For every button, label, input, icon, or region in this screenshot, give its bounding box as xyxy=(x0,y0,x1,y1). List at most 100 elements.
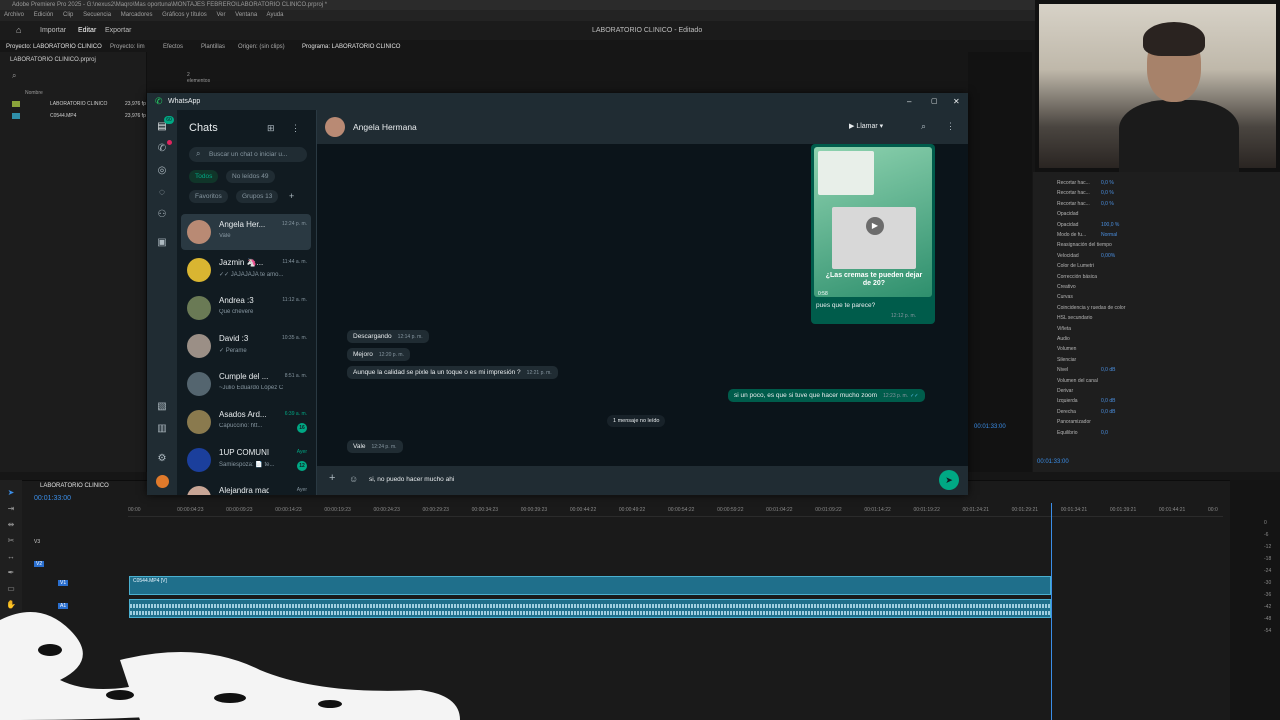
workspace-export[interactable]: Exportar xyxy=(105,21,131,40)
effect-property-value[interactable]: 100,0 % xyxy=(1101,220,1119,230)
workspace-import[interactable]: Importar xyxy=(40,21,66,40)
incoming-message[interactable]: Descargando 12:14 p. m. xyxy=(347,330,429,343)
message-input[interactable]: si, no puedo hacer mucho ahi xyxy=(367,472,927,488)
tab-bin[interactable]: Proyecto: lim xyxy=(110,44,145,50)
effect-property-row[interactable]: Volumen xyxy=(1033,344,1280,354)
chat-list-item[interactable]: David :3 10:35 a. m. ✓ Perame xyxy=(181,328,311,364)
effect-property-row[interactable]: Izquierda 0,0 dB xyxy=(1033,396,1280,406)
effect-timecode[interactable]: 00:01:33:00 xyxy=(1037,459,1069,465)
selection-tool-icon[interactable]: ➤ xyxy=(6,488,16,498)
effect-property-row[interactable]: Recortar hac... 0,0 % xyxy=(1033,199,1280,209)
chat-list-item[interactable]: Andrea :3 11:12 a. m. Qué chévere xyxy=(181,290,311,326)
home-icon[interactable]: ⌂ xyxy=(16,21,21,40)
timeline-ruler[interactable]: 00:00 00:00:04:23 00:00:09:23 00:00:14:23 00… xyxy=(128,503,1223,517)
tab-templates[interactable]: Plantillas xyxy=(201,44,225,50)
pen-tool-icon[interactable]: ✒ xyxy=(6,568,16,578)
track-label-v3[interactable]: V3 xyxy=(34,539,40,545)
maximize-icon[interactable]: ▢ xyxy=(931,93,938,110)
effect-property-row[interactable]: Panoramizador xyxy=(1033,417,1280,427)
effect-property-row[interactable]: Volumen del canal xyxy=(1033,376,1280,386)
channels-icon[interactable]: ◌ xyxy=(155,186,169,200)
profile-avatar[interactable] xyxy=(156,475,169,488)
chat-list-item[interactable]: Asados Ard... 6:39 a. m. Capuccino: htt...… xyxy=(181,404,311,440)
effect-property-row[interactable]: Color de Lumetri xyxy=(1033,261,1280,271)
track-label-v2[interactable]: V2 xyxy=(34,561,45,567)
filter-all[interactable]: Todos xyxy=(189,170,219,183)
close-icon[interactable]: ✕ xyxy=(953,93,960,110)
menu-markers[interactable]: Marcadores xyxy=(121,12,153,18)
effect-property-row[interactable]: Velocidad 0,00% xyxy=(1033,251,1280,261)
effect-property-row[interactable]: Modo de fu... Normal xyxy=(1033,230,1280,240)
effect-property-row[interactable]: Derivar xyxy=(1033,386,1280,396)
effect-property-value[interactable]: 0,0 % xyxy=(1101,188,1114,198)
incoming-message[interactable]: Aunque la calidad se pixle la un toque o… xyxy=(347,366,558,379)
image-message[interactable]: ▶ ¿Las cremas te pueden dejar de 20? 0:5… xyxy=(811,144,935,324)
menu-dots-icon[interactable]: ⋮ xyxy=(946,121,955,132)
effect-property-row[interactable]: Opacidad 100,0 % xyxy=(1033,220,1280,230)
menu-help[interactable]: Ayuda xyxy=(267,12,284,18)
ripple-edit-icon[interactable]: ⇹ xyxy=(6,520,16,530)
effect-property-row[interactable]: Coincidencia y ruedas de color xyxy=(1033,303,1280,313)
effect-property-row[interactable]: Creativo xyxy=(1033,282,1280,292)
communities-icon[interactable]: ⚇ xyxy=(155,208,169,222)
attach-icon[interactable]: + xyxy=(329,472,335,484)
video-clip[interactable]: C0544.MP4 [V] xyxy=(129,576,1051,595)
tab-effects[interactable]: Efectos xyxy=(163,44,183,50)
chat-list-item[interactable]: Jazmin 🦄... 11:44 a. m. ✓✓ JAJAJAJA te amo… xyxy=(181,252,311,288)
outgoing-message[interactable]: si un poco, es que si tuve que hacer muc… xyxy=(728,389,925,402)
effect-property-row[interactable]: Audio xyxy=(1033,334,1280,344)
tab-project[interactable]: Proyecto: LABORATORIO CLINICO xyxy=(6,44,102,50)
effect-property-row[interactable]: Equilibrio 0,0 xyxy=(1033,428,1280,438)
program-timecode[interactable]: 00:01:33:00 xyxy=(974,424,1006,430)
effect-property-row[interactable]: Nivel 0,0 dB xyxy=(1033,365,1280,375)
project-item-name[interactable]: LABORATORIO CLINICO xyxy=(50,101,107,107)
filter-favorites[interactable]: Favoritos xyxy=(189,190,228,203)
effect-property-value[interactable]: Normal xyxy=(1101,230,1117,240)
menu-clip[interactable]: Clip xyxy=(63,12,73,18)
effect-property-row[interactable]: Recortar hac... 0,0 % xyxy=(1033,178,1280,188)
menu-window[interactable]: Ventana xyxy=(235,12,257,18)
media-icon[interactable]: ▧ xyxy=(155,400,169,414)
search-icon[interactable]: ⌕ xyxy=(12,71,16,81)
send-button[interactable]: ➤ xyxy=(939,470,959,490)
play-icon[interactable]: ▶ xyxy=(866,217,884,235)
menu-graphics[interactable]: Gráficos y títulos xyxy=(162,12,207,18)
new-chat-icon[interactable]: ⊞ xyxy=(267,123,275,134)
filter-groups[interactable]: Grupos 13 xyxy=(236,190,279,203)
tab-sequence[interactable]: LABORATORIO CLINICO xyxy=(40,483,109,489)
track-label-v1[interactable]: V1 xyxy=(58,580,69,586)
effect-property-value[interactable]: 0,0 xyxy=(1101,428,1108,438)
status-icon[interactable]: ◎ xyxy=(155,164,169,178)
effect-property-row[interactable]: Curvas xyxy=(1033,292,1280,302)
menu-edit[interactable]: Edición xyxy=(34,12,54,18)
playhead[interactable] xyxy=(1051,503,1052,720)
settings-icon[interactable]: ⚙ xyxy=(155,452,169,466)
slip-tool-icon[interactable]: ↔ xyxy=(6,552,16,562)
incoming-message[interactable]: Mejoro 12:20 p. m. xyxy=(347,348,410,361)
minimize-icon[interactable]: – xyxy=(907,93,911,110)
filter-unread[interactable]: No leídos 49 xyxy=(226,170,275,183)
starred-icon[interactable]: ▥ xyxy=(155,422,169,436)
column-name[interactable]: Nombre xyxy=(25,90,43,96)
effect-property-value[interactable]: 0,0 dB xyxy=(1101,407,1115,417)
effect-property-row[interactable]: Corrección básica xyxy=(1033,272,1280,282)
contact-name[interactable]: Angela Hermana xyxy=(353,122,417,132)
search-box[interactable]: ⌕ Buscar un chat o iniciar u... xyxy=(189,147,307,162)
menu-file[interactable]: Archivo xyxy=(4,12,24,18)
workspace-edit[interactable]: Editar xyxy=(78,21,96,40)
menu-dots-icon[interactable]: ⋮ xyxy=(291,123,300,134)
rectangle-tool-icon[interactable]: ▭ xyxy=(6,584,16,594)
effect-property-value[interactable]: 0,00% xyxy=(1101,251,1115,261)
effect-property-row[interactable]: Opacidad xyxy=(1033,209,1280,219)
effect-property-row[interactable]: Silenciar xyxy=(1033,355,1280,365)
project-item-name[interactable]: C0544.MP4 xyxy=(50,113,76,119)
timeline-timecode[interactable]: 00:01:33:00 xyxy=(34,495,71,502)
add-filter-icon[interactable]: + xyxy=(289,191,294,201)
track-select-icon[interactable]: ⇥ xyxy=(6,504,16,514)
archive-icon[interactable]: ▣ xyxy=(155,236,169,250)
contact-avatar[interactable] xyxy=(325,117,345,137)
tab-source[interactable]: Origen: (sin clips) xyxy=(238,44,285,50)
menu-view[interactable]: Ver xyxy=(216,12,225,18)
menu-sequence[interactable]: Secuencia xyxy=(83,12,111,18)
effect-property-row[interactable]: Recortar hac... 0,0 % xyxy=(1033,188,1280,198)
